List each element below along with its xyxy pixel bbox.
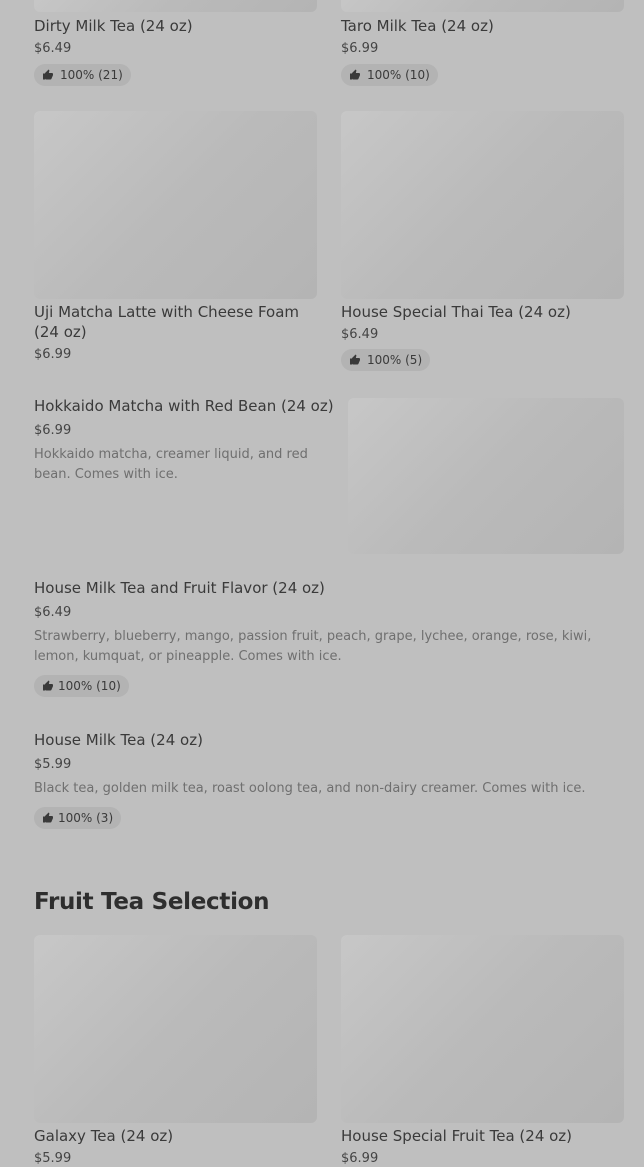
item-title[interactable]: House Special Thai Tea (24 oz) <box>341 302 571 322</box>
item-price: $6.99 <box>34 347 72 362</box>
item-image-fruit-tea[interactable] <box>341 935 624 1123</box>
rating-text: 100% (10) <box>367 68 430 82</box>
item-image-uji-matcha[interactable] <box>34 111 317 299</box>
item-price: $6.49 <box>34 605 72 620</box>
item-description: Hokkaido matcha, creamer liquid, and red… <box>34 447 308 482</box>
item-image-thai-tea[interactable] <box>341 111 624 299</box>
rating-badge: 100% (21) <box>34 64 131 86</box>
item-title[interactable]: House Special Fruit Tea (24 oz) <box>341 1126 572 1146</box>
item-image-dirty-milk-tea[interactable] <box>34 0 317 12</box>
item-title[interactable]: Taro Milk Tea (24 oz) <box>341 16 494 36</box>
thumbs-up-icon <box>43 680 53 691</box>
item-title[interactable]: Uji Matcha Latte with Cheese Foam (24 oz… <box>34 302 317 342</box>
rating-text: 100% (10) <box>58 679 121 693</box>
thumbs-up-icon <box>350 69 360 80</box>
thumbs-up-icon <box>43 812 53 823</box>
item-title[interactable]: Galaxy Tea (24 oz) <box>34 1126 173 1146</box>
rating-badge: 100% (10) <box>34 675 129 697</box>
thumbs-up-icon <box>350 354 360 365</box>
rating-badge: 100% (3) <box>34 807 122 829</box>
rating-text: 100% (5) <box>367 353 423 367</box>
item-image-taro-milk-tea[interactable] <box>341 0 624 12</box>
item-image-galaxy-tea[interactable] <box>34 935 317 1123</box>
item-title[interactable]: Hokkaido Matcha with Red Bean (24 oz) <box>34 396 334 416</box>
rating-badge: 100% (10) <box>341 64 438 86</box>
item-title[interactable]: Dirty Milk Tea (24 oz) <box>34 16 193 36</box>
rating-badge: 100% (5) <box>341 349 431 371</box>
item-image-hokkaido[interactable] <box>348 398 624 554</box>
item-price: $6.49 <box>34 41 72 56</box>
rating-text: 100% (3) <box>58 811 114 825</box>
section-heading: Fruit Tea Selection <box>34 889 270 915</box>
item-description: Black tea, golden milk tea, roast oolong… <box>34 781 586 796</box>
item-price: $5.99 <box>34 757 72 772</box>
item-price: $6.99 <box>34 423 72 438</box>
item-price: $6.99 <box>341 41 379 56</box>
thumbs-up-icon <box>43 69 53 80</box>
item-title[interactable]: House Milk Tea and Fruit Flavor (24 oz) <box>34 578 325 598</box>
item-title[interactable]: House Milk Tea (24 oz) <box>34 730 203 750</box>
item-description: Strawberry, blueberry, mango, passion fr… <box>34 629 592 664</box>
rating-text: 100% (21) <box>60 68 123 82</box>
item-price: $6.49 <box>341 327 379 342</box>
